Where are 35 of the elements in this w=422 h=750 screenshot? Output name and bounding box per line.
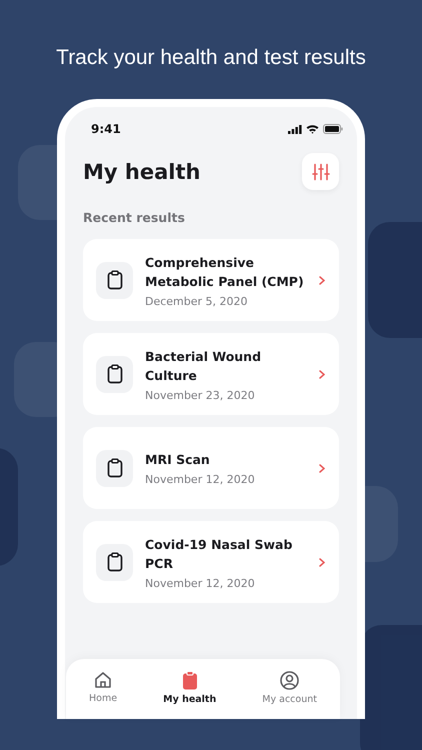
result-date: November 23, 2020 [145, 388, 256, 402]
result-card[interactable]: Covid-19 Nasal Swab PCR November 12, 2020 [83, 521, 339, 603]
tab-item[interactable]: My account [256, 669, 323, 707]
chevron-right-icon [319, 276, 325, 284]
tab-item[interactable]: Home [83, 669, 124, 707]
result-card[interactable]: Bacterial Wound Culture November 23, 2020 [83, 333, 339, 415]
result-name: Comprehensive Metabolic Panel (CMP) [145, 254, 305, 290]
signal-icon [288, 124, 302, 134]
headline: Track your health and test results [55, 45, 367, 71]
clipboard-icon [106, 552, 124, 572]
result-date: November 12, 2020 [145, 473, 256, 486]
chevron-right-icon [319, 558, 325, 566]
clipboard-icon [106, 364, 124, 384]
clipboard-icon [182, 671, 198, 690]
user-icon [280, 671, 300, 690]
clipboard-icon [106, 270, 124, 290]
home-icon [94, 671, 112, 689]
result-card[interactable]: MRI Scan November 12, 2020 [83, 427, 339, 509]
chevron-right-icon [319, 464, 325, 472]
result-date: November 12, 2020 [145, 576, 256, 590]
clipboard-icon [106, 458, 124, 478]
wifi-icon [306, 124, 319, 134]
result-name: MRI Scan [145, 451, 211, 469]
chevron-right-icon [319, 370, 325, 378]
sliders-icon [312, 162, 330, 180]
section-title: Recent results [83, 210, 186, 225]
tab-item[interactable]: My health [157, 669, 222, 707]
page-title: My health [83, 160, 200, 184]
result-card[interactable]: Comprehensive Metabolic Panel (CMP) December 5, 2020 [83, 239, 339, 321]
result-date: December 5, 2020 [145, 294, 249, 308]
result-name: Covid-19 Nasal Swab PCR [145, 536, 294, 572]
status-time: 9:41 [91, 122, 121, 136]
result-name: Bacterial Wound Culture [145, 348, 262, 384]
filter-button[interactable] [302, 153, 339, 190]
battery-icon [323, 124, 343, 134]
